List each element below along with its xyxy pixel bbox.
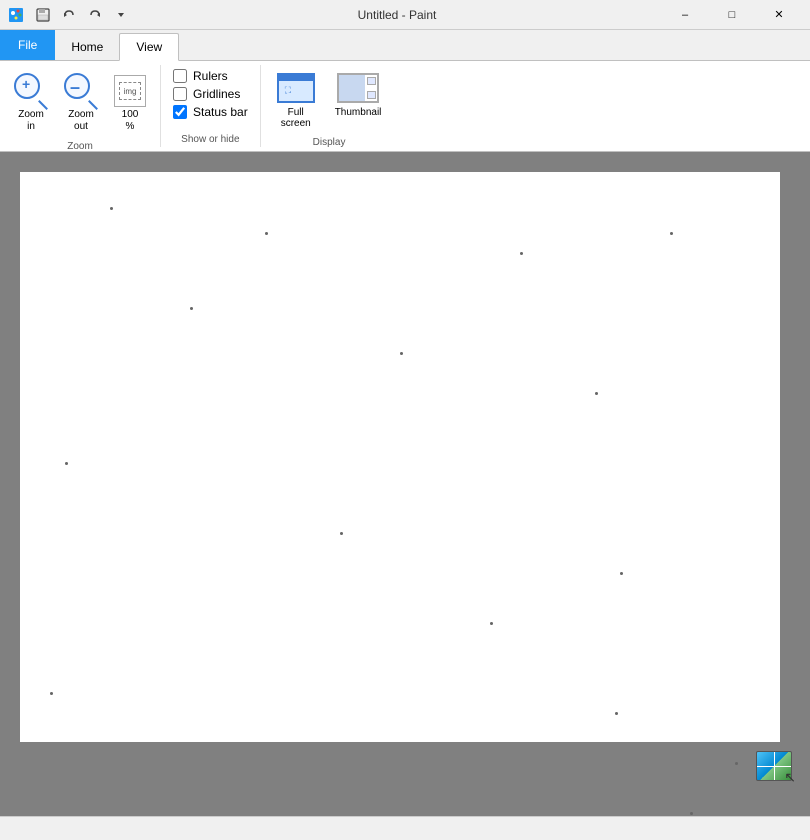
zoom-out-button[interactable]: – Zoomout [58, 69, 104, 137]
display-buttons: ⛶ Fullscreen Thumbnail [269, 69, 390, 133]
show-hide-items: Rulers Gridlines Status bar [173, 69, 248, 130]
gridlines-checkbox[interactable] [173, 87, 187, 101]
zoom-in-icon: + [14, 73, 48, 107]
zoom-100-icon: img [114, 75, 146, 107]
zoom-in-label: Zoomin [18, 109, 44, 133]
status-bar-label: Status bar [193, 105, 248, 119]
canvas-area: ↖ [0, 152, 810, 816]
dot [400, 352, 403, 355]
undo-button[interactable] [58, 4, 80, 26]
dot [690, 812, 693, 815]
full-screen-label: Fullscreen [281, 107, 311, 129]
zoom-group: + Zoomin – Zoomout [0, 65, 161, 147]
ribbon-tabs: File Home View [0, 30, 810, 60]
canvas[interactable] [20, 172, 780, 742]
show-hide-group-label: Show or hide [173, 130, 248, 145]
dot [620, 572, 623, 575]
dot [735, 762, 738, 765]
quick-access-toolbar [32, 4, 132, 26]
rulers-checkbox-item[interactable]: Rulers [173, 69, 248, 83]
title-bar-left [8, 4, 132, 26]
show-hide-group: Rulers Gridlines Status bar Show or hide [161, 65, 261, 147]
close-button[interactable]: ✕ [756, 0, 802, 30]
status-bar-checkbox-item[interactable]: Status bar [173, 105, 248, 119]
zoom-group-label: Zoom [67, 137, 93, 152]
thumbnail-button[interactable]: Thumbnail [327, 69, 390, 133]
rulers-label: Rulers [193, 69, 228, 83]
dot [490, 622, 493, 625]
zoom-100-button[interactable]: img 100% [108, 71, 152, 137]
thumbnail-icon [337, 73, 379, 103]
zoom-out-label: Zoomout [68, 109, 94, 133]
display-group: ⛶ Fullscreen Thumbnail Display [261, 65, 398, 147]
dot [670, 232, 673, 235]
title-bar: Untitled - Paint – □ ✕ [0, 0, 810, 30]
dot [50, 692, 53, 695]
display-group-label: Display [269, 133, 390, 148]
maximize-button[interactable]: □ [709, 0, 755, 30]
dot [65, 462, 68, 465]
tab-home[interactable]: Home [55, 34, 119, 60]
rulers-checkbox[interactable] [173, 69, 187, 83]
dot [595, 392, 598, 395]
ribbon-panel: + Zoomin – Zoomout [0, 60, 810, 152]
dot [265, 232, 268, 235]
zoom-100-label: 100% [122, 109, 139, 133]
dot [520, 252, 523, 255]
window-controls: – □ ✕ [662, 0, 802, 30]
zoom-buttons: + Zoomin – Zoomout [8, 69, 152, 137]
zoom-out-icon: – [64, 73, 98, 107]
dot [615, 712, 618, 715]
status-bar-checkbox[interactable] [173, 105, 187, 119]
redo-button[interactable] [84, 4, 106, 26]
app-window: Untitled - Paint – □ ✕ File Home View + [0, 0, 810, 840]
full-screen-button[interactable]: ⛶ Fullscreen [269, 69, 323, 133]
thumbnail-label: Thumbnail [335, 107, 382, 118]
gridlines-label: Gridlines [193, 87, 240, 101]
full-screen-icon: ⛶ [277, 73, 315, 103]
dot [340, 532, 343, 535]
app-icon [8, 7, 24, 23]
gridlines-checkbox-item[interactable]: Gridlines [173, 87, 248, 101]
cursor-arrow: ↖ [784, 769, 796, 786]
tab-file[interactable]: File [0, 30, 55, 60]
dot [190, 307, 193, 310]
dot [110, 207, 113, 210]
qat-dropdown-button[interactable] [110, 4, 132, 26]
tab-view[interactable]: View [119, 33, 179, 61]
minimize-button[interactable]: – [662, 0, 708, 30]
save-button[interactable] [32, 4, 54, 26]
zoom-in-button[interactable]: + Zoomin [8, 69, 54, 137]
window-title: Untitled - Paint [132, 8, 662, 22]
status-bar [0, 816, 810, 840]
